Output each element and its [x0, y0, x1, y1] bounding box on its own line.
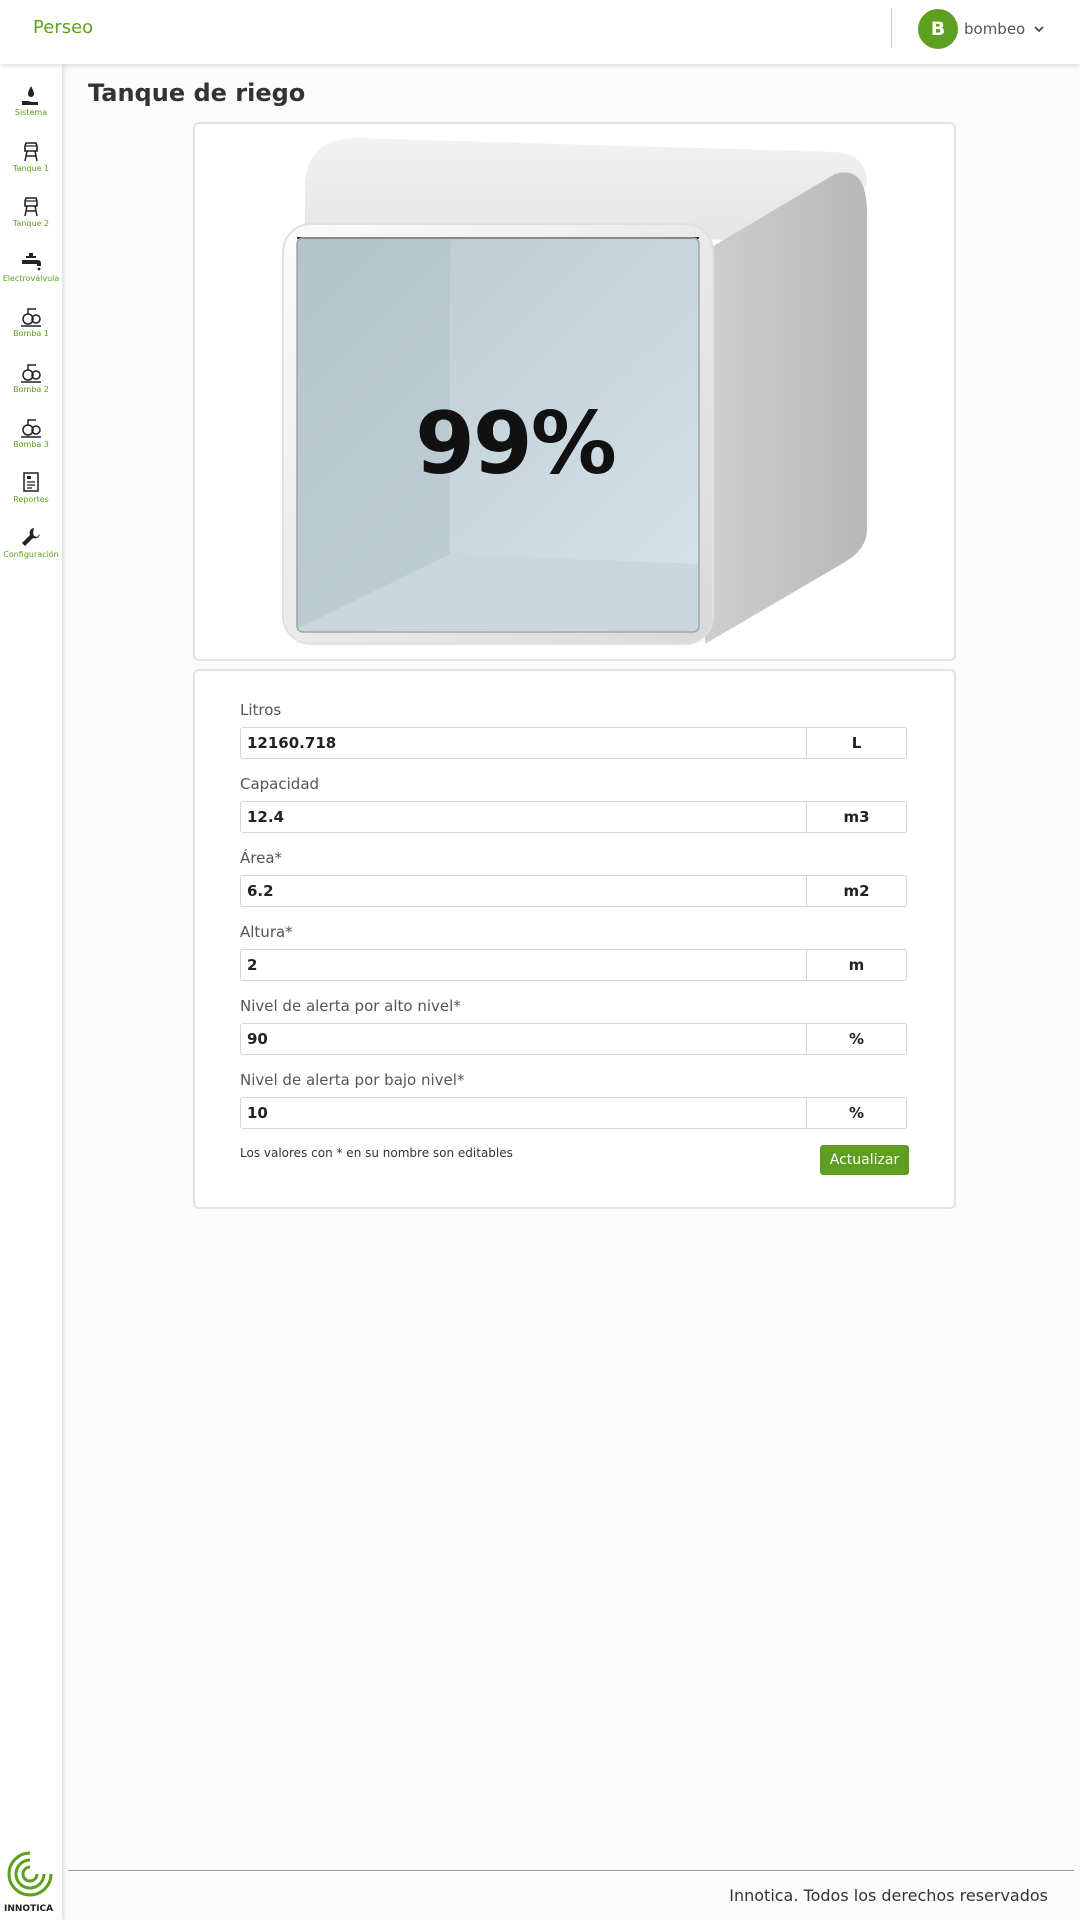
sidebar-item-tanque-1[interactable]: Tanque 1 [0, 140, 62, 190]
pump-icon [20, 305, 42, 327]
sidebar-item-label: Reportes [13, 495, 49, 504]
top-bar: Perseo B bombeo [0, 0, 1080, 64]
sidebar-item-label: Tanque 1 [12, 164, 50, 173]
capacidad-unit: m3 [806, 801, 907, 833]
footer-divider [68, 1870, 1074, 1871]
sidebar-item-electrovalvula[interactable]: Electroválvula [0, 250, 62, 300]
litros-label: Litros [240, 701, 282, 719]
tank-card: 99% [193, 122, 956, 661]
page-title: Tanque de riego [88, 79, 306, 107]
water-tower-icon [20, 195, 42, 217]
faucet-icon [20, 250, 42, 272]
sidebar-item-label: Sistema [14, 108, 48, 117]
area-label: Área* [240, 849, 283, 867]
area-unit: m2 [806, 875, 907, 907]
alerta-bajo-unit: % [806, 1097, 907, 1129]
innotica-logo [4, 1849, 56, 1899]
alerta-bajo-field[interactable] [240, 1097, 807, 1129]
capacidad-field[interactable] [240, 801, 807, 833]
header-divider [891, 8, 892, 48]
altura-label: Altura* [240, 923, 293, 941]
sidebar-item-label: Bomba 2 [13, 385, 49, 394]
alerta-alto-label: Nivel de alerta por alto nivel* [240, 997, 461, 1015]
sidebar-item-tanque-2[interactable]: Tanque 2 [0, 195, 62, 245]
sidebar-item-configuracion[interactable]: Configuración [0, 526, 62, 576]
tank-illustration [282, 138, 867, 645]
chevron-down-icon[interactable] [1033, 23, 1045, 35]
tank-level-percent: 99% [415, 394, 617, 494]
litros-unit: L [806, 727, 907, 759]
user-name[interactable]: bombeo [964, 20, 1025, 38]
footer-copyright: Innotica. Todos los derechos reservados [729, 1886, 1048, 1905]
hand-water-icon [20, 84, 42, 106]
sidebar-item-bomba-2[interactable]: Bomba 2 [0, 361, 62, 411]
sidebar: Sistema Tanque 1 Tanque 2 Electroválvula… [0, 64, 62, 1920]
sidebar-item-sistema[interactable]: Sistema [0, 84, 62, 134]
sidebar-item-label: Bomba 3 [13, 440, 49, 449]
pump-icon [20, 416, 42, 438]
area-field[interactable] [240, 875, 807, 907]
alerta-alto-unit: % [806, 1023, 907, 1055]
alerta-bajo-label: Nivel de alerta por bajo nivel* [240, 1071, 465, 1089]
sidebar-item-bomba-1[interactable]: Bomba 1 [0, 305, 62, 355]
pump-icon [20, 361, 42, 383]
sidebar-item-bomba-3[interactable]: Bomba 3 [0, 416, 62, 466]
litros-field[interactable] [240, 727, 807, 759]
tank-parameters-card: Litros L Capacidad m3 Área* m2 Altura* m… [193, 669, 956, 1209]
altura-unit: m [806, 949, 907, 981]
sidebar-item-label: Bomba 1 [13, 329, 49, 338]
altura-field[interactable] [240, 949, 807, 981]
editable-note: Los valores con * en su nombre son edita… [240, 1146, 513, 1160]
sidebar-item-label: Electroválvula [2, 274, 60, 283]
user-menu[interactable]: B bombeo [918, 9, 1045, 49]
logo-text: INNOTICA [4, 1904, 54, 1914]
sidebar-item-reportes[interactable]: Reportes [0, 471, 62, 521]
report-icon [20, 471, 42, 493]
brand-name[interactable]: Perseo [33, 17, 93, 38]
sidebar-item-label: Tanque 2 [12, 219, 50, 228]
sidebar-item-label: Configuración [3, 550, 59, 559]
alerta-alto-field[interactable] [240, 1023, 807, 1055]
update-button[interactable]: Actualizar [820, 1145, 909, 1175]
wrench-icon [20, 526, 42, 548]
capacidad-label: Capacidad [240, 775, 320, 793]
avatar[interactable]: B [918, 9, 958, 49]
water-tower-icon [20, 140, 42, 162]
